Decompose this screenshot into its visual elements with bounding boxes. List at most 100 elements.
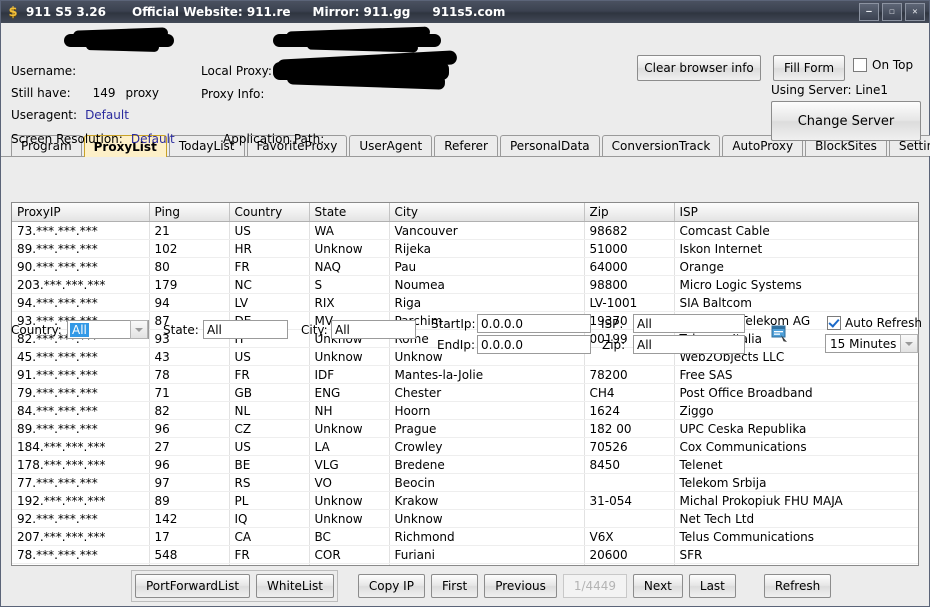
username-label: Username: <box>11 64 76 78</box>
cell-ping: 43 <box>149 348 229 366</box>
cell-country: US <box>229 438 309 456</box>
cell-proxyip: 192.***.***.*** <box>12 492 149 510</box>
on-top-checkbox[interactable] <box>853 58 867 72</box>
search-icon[interactable] <box>771 325 791 343</box>
table-row[interactable]: 92.***.***.***142IQUnknowUnknowNet Tech … <box>12 510 919 528</box>
cell-country: FR <box>229 258 309 276</box>
cell-country: FR <box>229 366 309 384</box>
first-page-button[interactable]: First <box>431 574 478 598</box>
cell-zip: LV-1001 <box>584 294 674 312</box>
cell-proxyip: 89.***.***.*** <box>12 240 149 258</box>
port-forward-list-button[interactable]: PortForwardList <box>135 574 250 598</box>
chevron-down-icon[interactable] <box>900 334 918 353</box>
table-row[interactable]: 207.***.***.***17CABCRichmondV6XTelus Co… <box>12 528 919 546</box>
bottom-toolbar: PortForwardList WhiteList Copy IP First … <box>1 566 929 606</box>
official-website-label: Official Website: 911.re <box>132 5 291 19</box>
dollar-icon: $ <box>6 5 20 19</box>
mirror-label: Mirror: 911.gg <box>313 5 411 19</box>
auto-refresh-toggle[interactable]: Auto Refresh <box>827 316 922 330</box>
cell-ping: 17 <box>149 528 229 546</box>
table-row[interactable]: 94.***.***.***94LVRIXRigaLV-1001SIA Balt… <box>12 294 919 312</box>
cell-state: IDF <box>309 366 389 384</box>
column-header-isp[interactable]: ISP <box>674 203 919 222</box>
country-select[interactable]: All <box>67 320 149 339</box>
endip-input[interactable]: 0.0.0.0 <box>477 335 591 354</box>
cell-state: RIX <box>309 294 389 312</box>
isp-input[interactable]: All <box>633 314 745 333</box>
minimize-icon[interactable]: – <box>859 3 879 21</box>
tab-personaldata[interactable]: PersonalData <box>500 135 600 156</box>
still-have-label: Still have: <box>11 86 71 100</box>
cell-country: LV <box>229 294 309 312</box>
table-row[interactable]: 203.***.***.***179NCSNoumea98800Micro Lo… <box>12 276 919 294</box>
column-header-zip[interactable]: Zip <box>584 203 674 222</box>
city-input[interactable]: All <box>331 320 416 339</box>
cell-proxyip: 203.***.***.*** <box>12 276 149 294</box>
last-page-button[interactable]: Last <box>689 574 736 598</box>
cell-state: S <box>309 276 389 294</box>
list-button-group: PortForwardList WhiteList <box>131 570 338 602</box>
cell-proxyip: 77.***.***.*** <box>12 474 149 492</box>
column-header-proxyip[interactable]: ProxyIP <box>12 203 149 222</box>
table-row[interactable]: 79.***.***.***71GBENGChesterCH4Post Offi… <box>12 384 919 402</box>
zip-input[interactable]: All <box>633 335 745 354</box>
table-row[interactable]: 184.***.***.***27USLACrowley70526Cox Com… <box>12 438 919 456</box>
cell-ping: 78 <box>149 366 229 384</box>
tab-useragent[interactable]: UserAgent <box>349 135 432 156</box>
chevron-down-icon[interactable] <box>130 320 148 339</box>
clear-browser-info-button[interactable]: Clear browser info <box>637 55 761 81</box>
table-row[interactable]: 91.***.***.***78FRIDFMantes-la-Jolie7820… <box>12 366 919 384</box>
startip-input[interactable]: 0.0.0.0 <box>477 314 591 333</box>
state-input[interactable]: All <box>203 320 288 339</box>
proxy-info-row: Proxy Info: <box>201 84 264 104</box>
table-row[interactable]: 84.***.***.***82NLNHHoorn1624Ziggo <box>12 402 919 420</box>
close-icon[interactable]: ✕ <box>905 3 925 21</box>
fill-form-button[interactable]: Fill Form <box>773 55 845 81</box>
previous-page-button[interactable]: Previous <box>484 574 557 598</box>
tab-referer[interactable]: Referer <box>434 135 498 156</box>
refresh-button[interactable]: Refresh <box>764 574 831 598</box>
screen-resolution-value-link[interactable]: Default <box>131 132 175 146</box>
table-row[interactable]: 73.***.***.***21USWAVancouver98682Comcas… <box>12 222 919 240</box>
cell-proxyip: 91.***.***.*** <box>12 366 149 384</box>
cell-ping: 102 <box>149 240 229 258</box>
table-row[interactable]: 90.***.***.***80FRNAQPau64000Orange <box>12 258 919 276</box>
change-server-button[interactable]: Change Server <box>771 101 921 141</box>
cell-state: VO <box>309 474 389 492</box>
column-header-ping[interactable]: Ping <box>149 203 229 222</box>
auto-refresh-checkbox[interactable] <box>827 316 841 330</box>
username-row: Username: <box>11 61 76 81</box>
proxy-info-value-redacted <box>273 62 449 80</box>
column-header-state[interactable]: State <box>309 203 389 222</box>
tab-conversiontrack[interactable]: ConversionTrack <box>602 135 721 156</box>
on-top-toggle[interactable]: On Top <box>853 58 913 72</box>
cell-zip: 64000 <box>584 258 674 276</box>
cell-country: FR <box>229 546 309 564</box>
still-have-unit: proxy <box>126 86 159 100</box>
cell-zip: 31-054 <box>584 492 674 510</box>
local-proxy-row: Local Proxy: <box>201 61 272 81</box>
cell-proxyip: 45.***.***.*** <box>12 348 149 366</box>
proxy-list-table[interactable]: ProxyIP Ping Country State City Zip ISP … <box>11 202 919 566</box>
maximize-icon[interactable]: ☐ <box>882 3 902 21</box>
cell-isp: Post Office Broadband <box>674 384 919 402</box>
useragent-value-link[interactable]: Default <box>85 108 129 122</box>
cell-state: BC <box>309 528 389 546</box>
table-row[interactable]: 77.***.***.***97RSVOBeocinTelekom Srbija <box>12 474 919 492</box>
table-row[interactable]: 89.***.***.***102HRUnknowRijeka51000Isko… <box>12 240 919 258</box>
table-row[interactable]: 192.***.***.***89PLUnknowKrakow31-054Mic… <box>12 492 919 510</box>
cell-state: NAQ <box>309 258 389 276</box>
table-row[interactable]: 89.***.***.***96CZUnknowPrague182 00UPC … <box>12 420 919 438</box>
cell-country: US <box>229 348 309 366</box>
cell-isp: Telenet <box>674 456 919 474</box>
refresh-interval-select[interactable]: 15 Minutes <box>825 334 919 353</box>
still-have-row: Still have: 149 proxy <box>11 83 159 103</box>
table-row[interactable]: 78.***.***.***548FRCORFuriani20600SFR <box>12 546 919 564</box>
cell-state: VLG <box>309 456 389 474</box>
white-list-button[interactable]: WhiteList <box>256 574 334 598</box>
table-row[interactable]: 178.***.***.***96BEVLGBredene8450Telenet <box>12 456 919 474</box>
column-header-country[interactable]: Country <box>229 203 309 222</box>
copy-ip-button[interactable]: Copy IP <box>358 574 425 598</box>
column-header-city[interactable]: City <box>389 203 584 222</box>
next-page-button[interactable]: Next <box>633 574 683 598</box>
